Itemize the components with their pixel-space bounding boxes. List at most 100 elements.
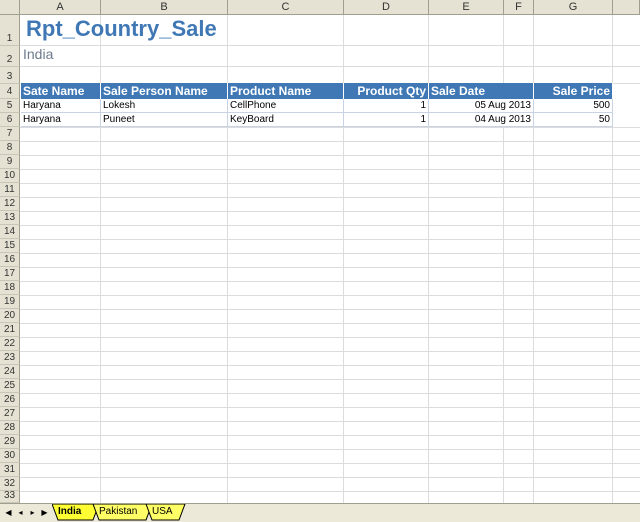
row-header-6[interactable]: 6 [0, 113, 20, 127]
gridline [20, 281, 640, 282]
row-header-8[interactable]: 8 [0, 141, 20, 155]
row-header-2[interactable]: 2 [0, 46, 20, 67]
table-cell[interactable]: Haryana [21, 99, 101, 113]
table-header-sale-person[interactable]: Sale Person Name [101, 83, 228, 99]
gridline [20, 211, 640, 212]
row-header-24[interactable]: 24 [0, 365, 20, 379]
report-title: Rpt_Country_Sale [26, 16, 217, 41]
row-header-23[interactable]: 23 [0, 351, 20, 365]
row-header-30[interactable]: 30 [0, 449, 20, 463]
column-header-g[interactable]: G [534, 0, 613, 15]
table-cell[interactable]: CellPhone [228, 99, 344, 113]
column-header-a[interactable]: A [20, 0, 101, 15]
gridline [20, 66, 640, 67]
column-header-d[interactable]: D [344, 0, 429, 15]
gridline [20, 155, 640, 156]
table-cell[interactable]: KeyBoard [228, 113, 344, 127]
table-cell[interactable]: Puneet [101, 113, 228, 127]
row-header-14[interactable]: 14 [0, 225, 20, 239]
table-cell[interactable]: Haryana [21, 113, 101, 127]
sheet-tab-bar: ◀ ◂ ▸ ▶ India Pakistan USA [0, 503, 640, 522]
gridline [20, 449, 640, 450]
gridline [20, 267, 640, 268]
row-header-27[interactable]: 27 [0, 407, 20, 421]
row-header-1[interactable]: 1 [0, 15, 20, 46]
row-header-21[interactable]: 21 [0, 323, 20, 337]
row-header-13[interactable]: 13 [0, 211, 20, 225]
select-all-corner[interactable] [0, 0, 20, 15]
row-header-19[interactable]: 19 [0, 295, 20, 309]
row-header-16[interactable]: 16 [0, 253, 20, 267]
column-header-c[interactable]: C [228, 0, 344, 15]
gridline [20, 379, 640, 380]
row-header-4[interactable]: 4 [0, 84, 20, 99]
row-header-22[interactable]: 22 [0, 337, 20, 351]
gridline [20, 225, 640, 226]
gridline [20, 169, 640, 170]
gridline [20, 197, 640, 198]
row-header-20[interactable]: 20 [0, 309, 20, 323]
gridline [20, 407, 640, 408]
gridline [20, 45, 640, 46]
gridline [20, 393, 640, 394]
last-sheet-icon[interactable]: ▶ [39, 507, 50, 519]
row-header-26[interactable]: 26 [0, 393, 20, 407]
gridline [20, 239, 640, 240]
table-header-sale-price[interactable]: Sale Price [534, 83, 613, 99]
table-cell[interactable]: 1 [344, 99, 429, 113]
table-cell[interactable]: Lokesh [101, 99, 228, 113]
row-header-9[interactable]: 9 [0, 155, 20, 169]
row-header-12[interactable]: 12 [0, 197, 20, 211]
row-header-3[interactable]: 3 [0, 67, 20, 84]
row-header-15[interactable]: 15 [0, 239, 20, 253]
column-header-f[interactable]: F [504, 0, 534, 15]
gridline [20, 435, 640, 436]
sheet-tab-pakistan[interactable]: Pakistan [99, 504, 144, 521]
row-header-7[interactable]: 7 [0, 127, 20, 141]
gridline [20, 337, 640, 338]
row-header-17[interactable]: 17 [0, 267, 20, 281]
previous-sheet-icon[interactable]: ◂ [15, 507, 26, 519]
gridline [20, 365, 640, 366]
table-cell[interactable]: 500 [534, 99, 613, 113]
next-sheet-icon[interactable]: ▸ [27, 507, 38, 519]
row-header-33[interactable]: 33 [0, 490, 20, 503]
column-header-e[interactable]: E [429, 0, 504, 15]
report-subtitle: India [23, 46, 54, 62]
table-cell[interactable]: 1 [344, 113, 429, 127]
row-header-31[interactable]: 31 [0, 463, 20, 477]
gridline [20, 463, 640, 464]
column-header-b[interactable]: B [101, 0, 228, 15]
table-cell[interactable]: 05 Aug 2013 [429, 99, 534, 113]
gridline [20, 491, 640, 492]
gridline [20, 477, 640, 478]
gridline [20, 323, 640, 324]
row-header-25[interactable]: 25 [0, 379, 20, 393]
column-header-blank[interactable] [613, 0, 640, 15]
table-header-product-qty[interactable]: Product Qty [344, 83, 429, 99]
table-cell[interactable]: 50 [534, 113, 613, 127]
gridline [20, 295, 640, 296]
first-sheet-icon[interactable]: ◀ [3, 507, 14, 519]
table-header-sale-date[interactable]: Sale Date [429, 83, 534, 99]
spreadsheet-grid: A B C D E F G 1 2 3 4 5 6 7 8 9 10 11 12… [0, 0, 640, 503]
table-header-product-name[interactable]: Product Name [228, 83, 344, 99]
row-header-10[interactable]: 10 [0, 169, 20, 183]
gridline [20, 421, 640, 422]
table-header-state[interactable]: Sate Name [21, 83, 101, 99]
gridline [20, 141, 640, 142]
row-header-29[interactable]: 29 [0, 435, 20, 449]
row-header-11[interactable]: 11 [0, 183, 20, 197]
gridline [20, 183, 640, 184]
gridline [20, 351, 640, 352]
row-header-32[interactable]: 32 [0, 477, 20, 491]
row-header-5[interactable]: 5 [0, 99, 20, 113]
gridline [20, 127, 640, 128]
sheet-tab-india[interactable]: India [58, 504, 94, 521]
sheet-tab-usa[interactable]: USA [152, 504, 182, 521]
table-cell[interactable]: 04 Aug 2013 [429, 113, 534, 127]
gridline [20, 253, 640, 254]
row-header-18[interactable]: 18 [0, 281, 20, 295]
gridline [20, 309, 640, 310]
row-header-28[interactable]: 28 [0, 421, 20, 435]
